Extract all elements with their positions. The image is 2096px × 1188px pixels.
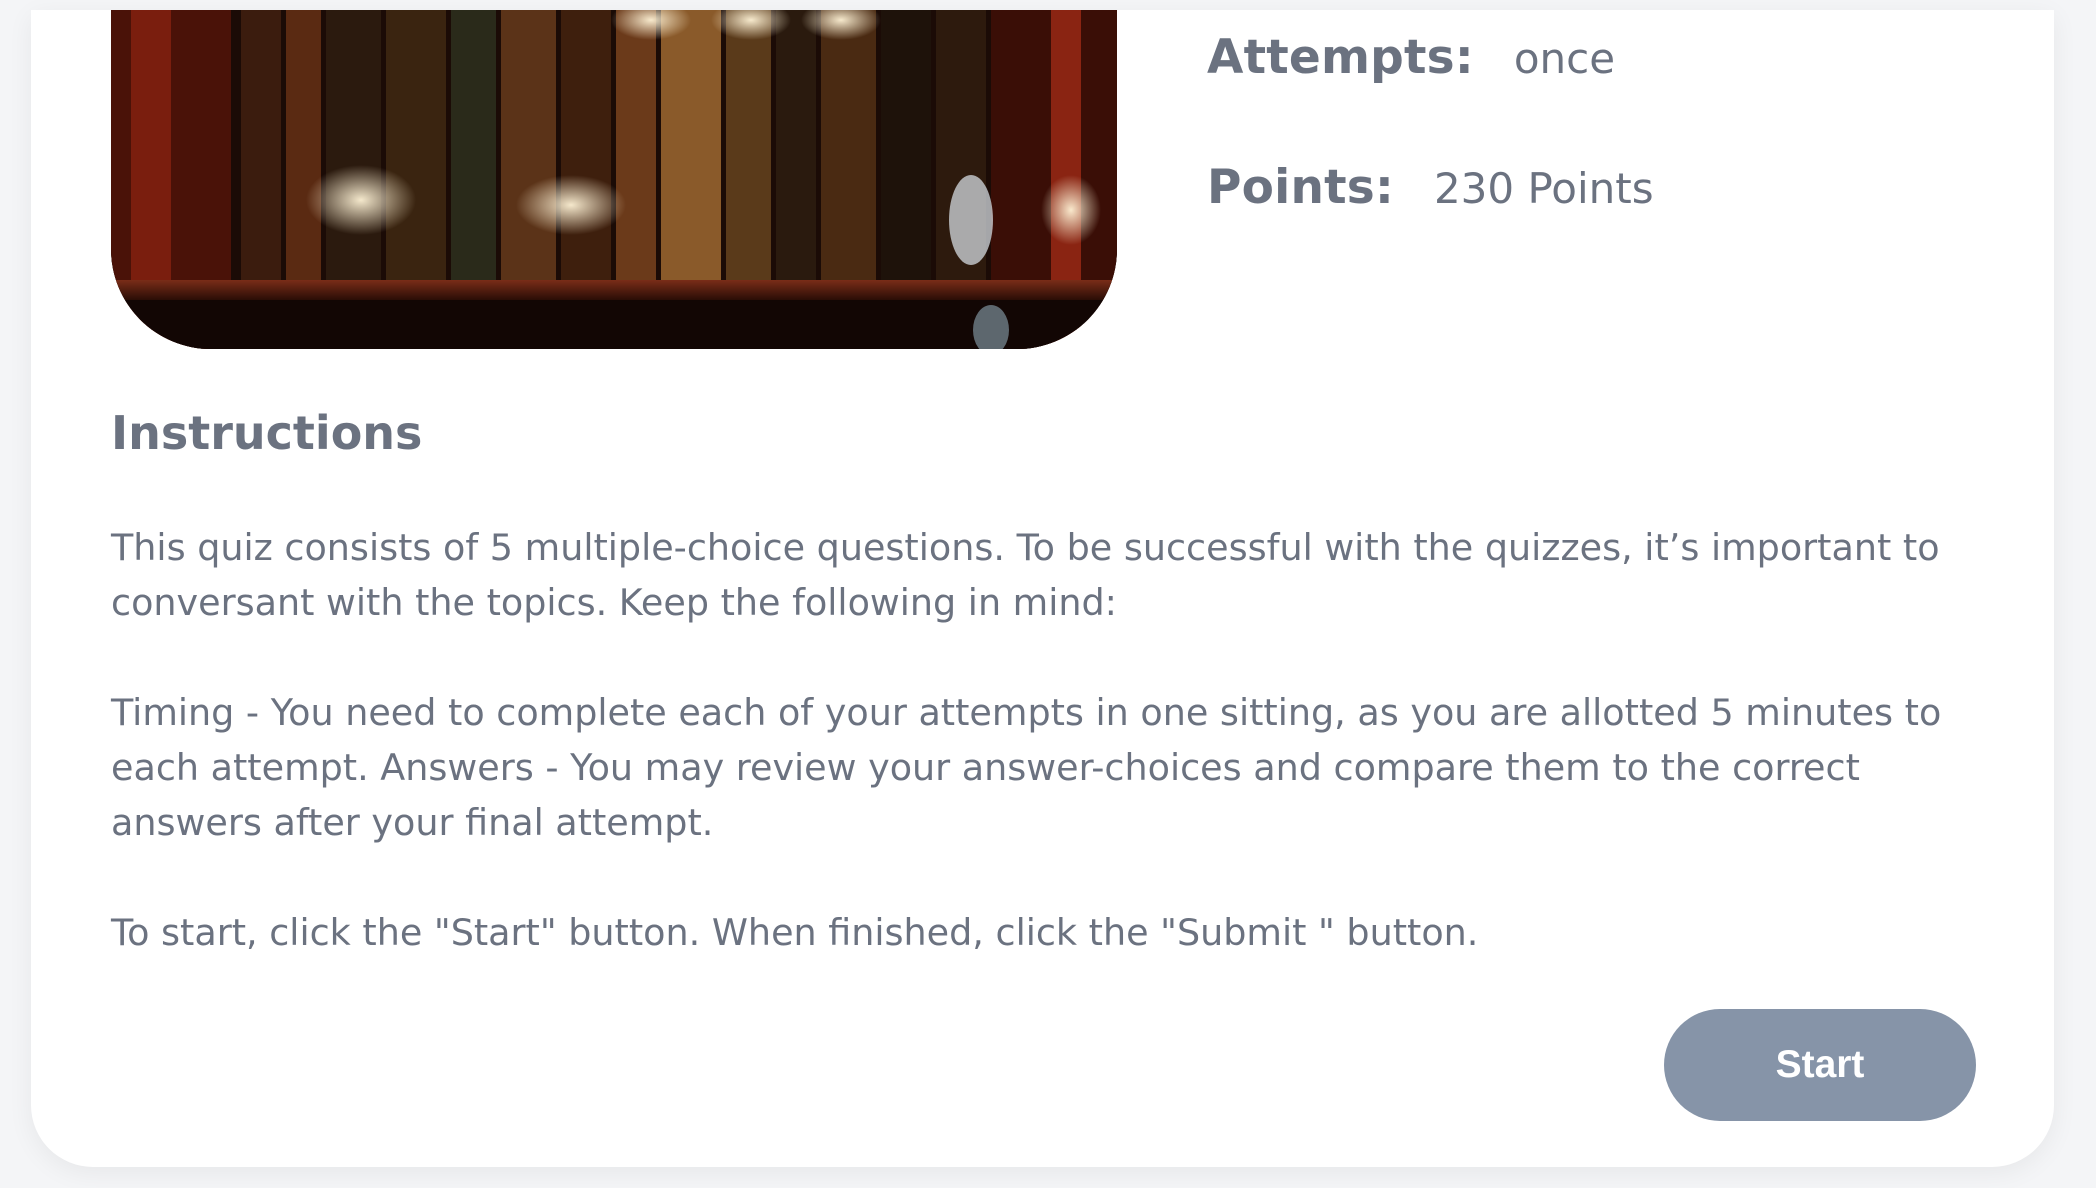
instructions-body: This quiz consists of 5 multiple-choice … xyxy=(111,520,1991,1015)
instructions-heading: Instructions xyxy=(111,406,423,460)
instructions-paragraph: To start, click the "Start" button. When… xyxy=(111,911,1479,954)
attempts-label: Attempts: xyxy=(1207,30,1474,85)
quiz-card: Attempts: once Points: 230 Points Instru… xyxy=(31,10,2054,1167)
attempts-row: Attempts: once xyxy=(1207,30,1615,85)
points-row: Points: 230 Points xyxy=(1207,160,1654,215)
bookshelf-image xyxy=(111,10,1117,349)
instructions-paragraph: This quiz consists of 5 multiple-choice … xyxy=(111,526,1940,624)
instructions-paragraph: Timing - You need to complete each of yo… xyxy=(111,691,1942,844)
start-button[interactable]: Start xyxy=(1664,1009,1976,1121)
points-value: 230 Points xyxy=(1433,164,1654,213)
points-label: Points: xyxy=(1207,160,1394,215)
attempts-value: once xyxy=(1513,34,1616,83)
